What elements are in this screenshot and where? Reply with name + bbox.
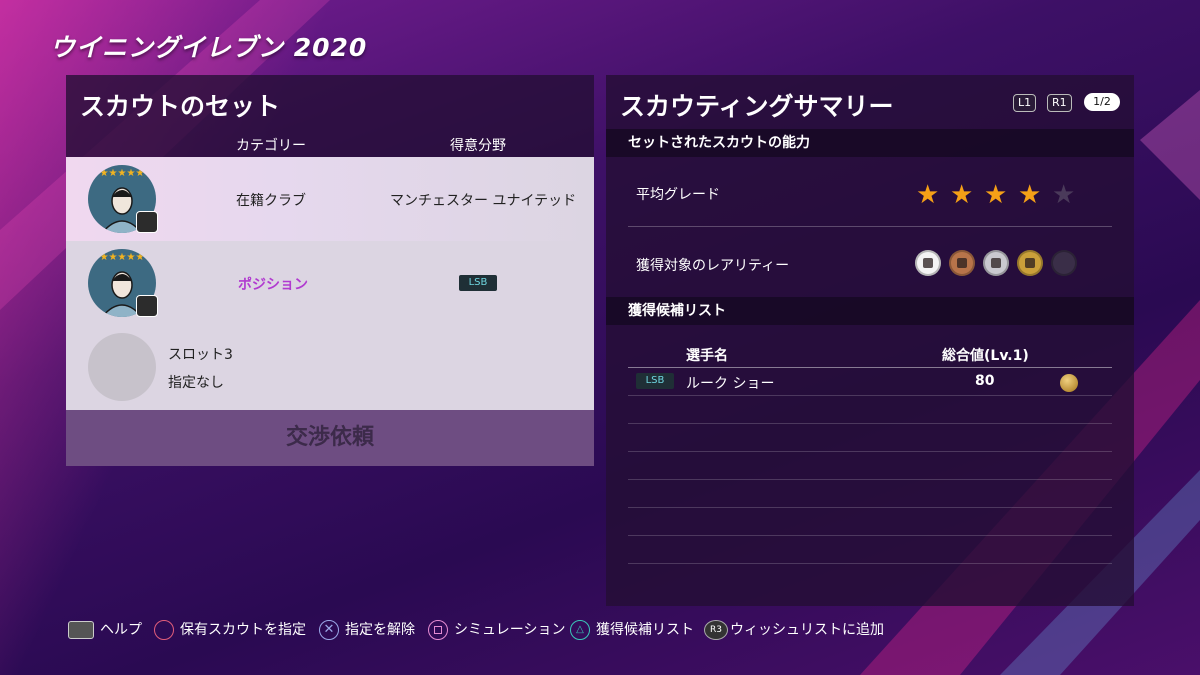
panel-title: スカウトのセット [80,92,281,121]
position-badge: LSB [636,373,674,389]
scout-rating-stars: ★★★★★ [99,252,145,263]
divider [628,226,1112,227]
r1-button[interactable]: R1 [1047,94,1072,112]
list-row-line [628,535,1112,536]
slot-category: ポジション [238,277,308,293]
list-row-line [628,479,1112,480]
circle-button-icon [154,620,174,640]
scout-slot-3[interactable]: スロット3 指定なし [66,325,594,409]
position-badge: LSB [459,275,497,291]
panel-title: スカウティングサマリー [620,92,894,121]
r3-button-icon: R3 [704,620,728,640]
grade-star-icon: ★ [916,180,940,210]
bronze-rarity-icon [949,250,975,276]
slot-label: スロット3 [168,347,233,363]
slot-category: 在籍クラブ [236,193,306,209]
grade-star-icon: ★ [1018,180,1042,210]
white-rarity-icon [915,250,941,276]
scouting-summary-panel: スカウティングサマリー L1 R1 1/2 セットされたスカウトの能力 平均グレ… [606,75,1134,606]
section-label: セットされたスカウトの能力 [628,135,810,151]
section-label: 獲得候補リスト [628,303,726,319]
scout-slot-1[interactable]: ★★★★★ 在籍クラブ マンチェスター ユナイテッド [66,157,594,241]
list-header-player-name: 選手名 [686,348,728,364]
empty-avatar [88,333,156,401]
triangle-button-icon: △ [570,620,590,640]
column-header-category: カテゴリー [236,138,306,154]
gold-rarity-icon [1060,374,1078,392]
divider [628,367,1112,368]
scout-slot-list: ★★★★★ 在籍クラブ マンチェスター ユナイテッド ★★★★★ ポジション L… [66,157,594,410]
page-indicator: 1/2 [1084,93,1120,111]
grade-star-icon: ★ [950,180,974,210]
shield-icon [991,258,1001,268]
document-icon [136,295,158,317]
l1-button[interactable]: L1 [1013,94,1037,112]
scout-rating-stars: ★★★★★ [99,168,145,179]
list-row-line [628,563,1112,564]
slot-status: 指定なし [168,375,224,391]
column-header-specialty: 得意分野 [450,138,506,154]
list-row-line [628,451,1112,452]
list-header-overall: 総合値(Lv.1) [942,348,1029,364]
empty-rarity-icon [1051,250,1077,276]
touchpad-icon [68,621,94,639]
list-row-line [628,423,1112,424]
silver-rarity-icon [983,250,1009,276]
candidates-section-header: 獲得候補リスト [606,297,1134,325]
candidate-overall: 80 [975,373,995,389]
shield-icon [923,258,933,268]
slot-specialty: マンチェスター ユナイテッド [390,193,577,209]
grade-star-icon: ★ [1052,180,1076,210]
negotiate-button[interactable]: 交渉依頼 [66,410,594,466]
cross-button-icon: ✕ [319,620,339,640]
grade-star-icon: ★ [984,180,1008,210]
list-row-line [628,395,1112,396]
square-button-icon [428,620,448,640]
rarity-label: 獲得対象のレアリティー [636,258,790,274]
scout-slot-2[interactable]: ★★★★★ ポジション LSB [66,241,594,325]
candidate-name[interactable]: ルーク ショー [686,373,774,393]
ability-section-header: セットされたスカウトの能力 [606,129,1134,157]
gold-rarity-icon [1017,250,1043,276]
document-icon [136,211,158,233]
scout-set-panel: スカウトのセット カテゴリー 得意分野 ★★★★★ 在籍クラブ マンチェスター … [66,75,594,466]
shield-icon [1025,258,1035,268]
average-grade-label: 平均グレード [636,187,720,203]
app-title: ウイニングイレブン 2020 [50,33,368,62]
shield-icon [957,258,967,268]
list-row-line [628,507,1112,508]
